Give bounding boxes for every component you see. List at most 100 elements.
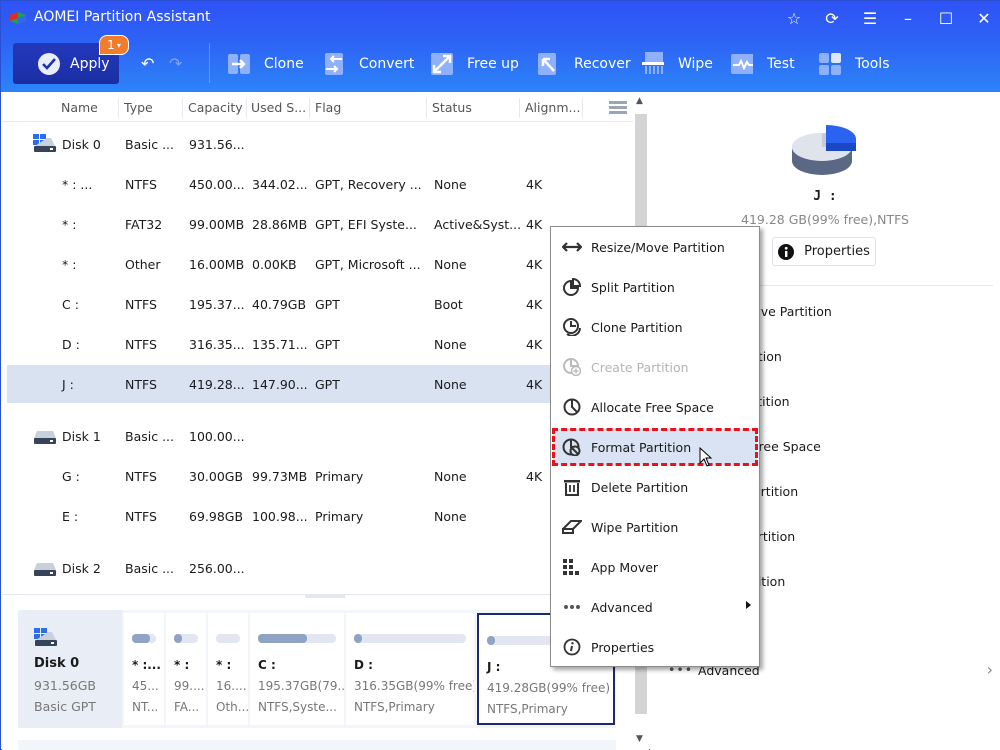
scroll-down-icon[interactable]: ▼ xyxy=(636,734,643,744)
resize-grip[interactable] xyxy=(305,595,345,598)
menu-item-label: Allocate Free Space xyxy=(591,399,714,415)
convert-button[interactable]: Convert xyxy=(323,51,414,77)
pending-operations-badge[interactable]: 1 ▾ xyxy=(99,35,129,55)
partition-row[interactable]: * : FAT32 99.00MB 28.86MB GPT, EFI Syste... A… xyxy=(7,205,633,243)
disk-map-partition[interactable]: D : 316.35GB(99% free) NTFS,Primary xyxy=(346,613,474,725)
app-mover-icon xyxy=(561,556,583,578)
row-name: J : xyxy=(62,377,74,392)
row-type: NTFS xyxy=(125,377,157,392)
row-status: None xyxy=(434,509,467,524)
context-menu-item[interactable]: Allocate Free Space xyxy=(553,389,757,425)
maximize-icon[interactable]: ☐ xyxy=(934,7,958,29)
context-menu-item[interactable]: Properties xyxy=(553,629,757,665)
partition-size: 316.35GB(99% free) xyxy=(354,679,474,693)
row-capacity: 450.00... xyxy=(189,177,245,192)
context-menu-item[interactable]: Resize/Move Partition xyxy=(553,229,757,265)
partition-row[interactable]: C : NTFS 195.37... 40.79GB GPT Boot 4K xyxy=(7,285,633,323)
star-icon[interactable]: ☆ xyxy=(782,7,806,29)
disk-row[interactable]: Disk 0 Basic ... 931.56... xyxy=(7,125,633,163)
properties-button[interactable]: Properties xyxy=(772,237,876,266)
toolbar-divider xyxy=(209,43,210,83)
partition-pie-chart xyxy=(792,125,856,175)
menu-item-label: Clone Partition xyxy=(591,319,683,335)
recover-button[interactable]: Recover xyxy=(538,51,631,77)
context-menu-item[interactable]: Delete Partition xyxy=(553,469,757,505)
row-name: Disk 2 xyxy=(62,561,101,576)
column-name[interactable]: Name xyxy=(61,100,98,115)
resize-move-icon xyxy=(561,236,583,258)
info-icon xyxy=(778,243,795,260)
context-menu-item[interactable]: Advanced xyxy=(553,589,757,625)
clone-button[interactable]: Clone xyxy=(228,51,304,77)
row-flag: GPT xyxy=(315,377,340,392)
wipe-button[interactable]: Wipe xyxy=(642,51,713,77)
row-used: 0.00KB xyxy=(252,257,297,272)
column-type[interactable]: Type xyxy=(124,100,153,115)
app-window: AOMEI Partition Assistant ☆ ⟳ ☰ – ☐ ✕ Ap… xyxy=(0,0,1000,750)
partition-row[interactable]: E : NTFS 69.98GB 100.98... Primary None xyxy=(7,497,633,535)
row-name: * : xyxy=(62,217,77,232)
row-name: Disk 0 xyxy=(62,137,101,152)
test-icon xyxy=(731,53,753,75)
column-status[interactable]: Status xyxy=(432,100,472,115)
menu-item-label: Advanced xyxy=(591,599,653,615)
disk-icon xyxy=(33,134,56,152)
partition-size: 16.... xyxy=(216,679,247,693)
column-capacity[interactable]: Capacity xyxy=(188,100,243,115)
partition-row[interactable]: * : Other 16.00MB 0.00KB GPT, Microsoft ... N… xyxy=(7,245,633,283)
recover-icon xyxy=(538,53,560,75)
row-type: FAT32 xyxy=(125,217,163,232)
info-icon xyxy=(561,636,583,658)
more-icon xyxy=(561,596,583,618)
partition-row[interactable]: J : NTFS 419.28... 147.90... GPT None 4K xyxy=(7,365,633,403)
row-align: 4K xyxy=(526,177,543,192)
close-icon[interactable]: ✕ xyxy=(972,7,996,29)
menu-item-label: App Mover xyxy=(591,559,659,575)
partition-row[interactable]: G : NTFS 30.00GB 99.73MB Primary None 4K xyxy=(7,457,633,495)
column-settings-icon[interactable] xyxy=(609,101,627,115)
menu-icon[interactable]: ☰ xyxy=(858,7,882,29)
disk-map-partition[interactable]: C : 195.37GB(79... NTFS,Syste... xyxy=(250,613,344,725)
row-capacity: 16.00MB xyxy=(189,257,245,272)
partition-row[interactable]: * : ... NTFS 450.00... 344.02... GPT, Recove… xyxy=(7,165,633,203)
partition-row[interactable]: D : NTFS 316.35... 135.71... GPT None 4K xyxy=(7,325,633,363)
disk-map-info[interactable]: Disk 0 931.56GB Basic GPT xyxy=(18,610,122,728)
partition-fs: FA... xyxy=(174,700,200,714)
column-alignment[interactable]: Alignm... xyxy=(525,100,580,115)
minimize-icon[interactable]: – xyxy=(896,7,920,29)
context-menu-item[interactable]: Wipe Partition xyxy=(553,509,757,545)
menu-item-label: Delete Partition xyxy=(591,479,689,495)
disk-map-partition[interactable]: * : 16.... Oth... xyxy=(208,613,248,725)
row-type: NTFS xyxy=(125,509,157,524)
free-up-button[interactable]: Free up xyxy=(431,51,519,77)
partition-size: 195.37GB(79... xyxy=(258,679,344,693)
disk-row[interactable]: Disk 1 Basic ... 100.00... xyxy=(7,417,633,455)
context-menu-item[interactable]: Split Partition xyxy=(553,269,757,305)
partition-label: * : xyxy=(216,658,232,672)
row-name: D : xyxy=(62,337,80,352)
app-logo-icon xyxy=(10,12,26,24)
test-button[interactable]: Test xyxy=(731,51,795,77)
row-status: None xyxy=(434,257,467,272)
column-flag[interactable]: Flag xyxy=(315,100,341,115)
scroll-up-icon[interactable]: ▲ xyxy=(636,96,643,106)
column-used-space[interactable]: Used S... xyxy=(251,100,306,115)
disk-map-size: 931.56GB xyxy=(34,678,96,693)
context-menu-item[interactable]: App Mover xyxy=(553,549,757,585)
column-divider xyxy=(426,98,427,118)
row-name: E : xyxy=(62,509,79,524)
partition-size: 45... xyxy=(132,679,159,693)
context-menu-item[interactable]: Format Partition xyxy=(552,428,758,466)
free-up-icon xyxy=(431,53,453,75)
disk-row[interactable]: Disk 2 Basic ... 256.00... xyxy=(7,549,633,587)
refresh-icon[interactable]: ⟳ xyxy=(820,7,844,29)
partition-fs: NT... xyxy=(132,700,159,714)
disk-map-partition[interactable]: * :... 45... NT... xyxy=(124,613,164,725)
row-flag: GPT, Recovery ... xyxy=(315,177,422,192)
disk-map-partition[interactable]: * : 99.... FA... xyxy=(166,613,206,725)
undo-icon[interactable]: ↶ xyxy=(141,54,154,73)
tools-button[interactable]: Tools xyxy=(819,51,890,77)
row-status: Active&Syst... xyxy=(434,217,522,232)
usage-bar-fill xyxy=(354,634,362,643)
context-menu-item[interactable]: Clone Partition xyxy=(553,309,757,345)
